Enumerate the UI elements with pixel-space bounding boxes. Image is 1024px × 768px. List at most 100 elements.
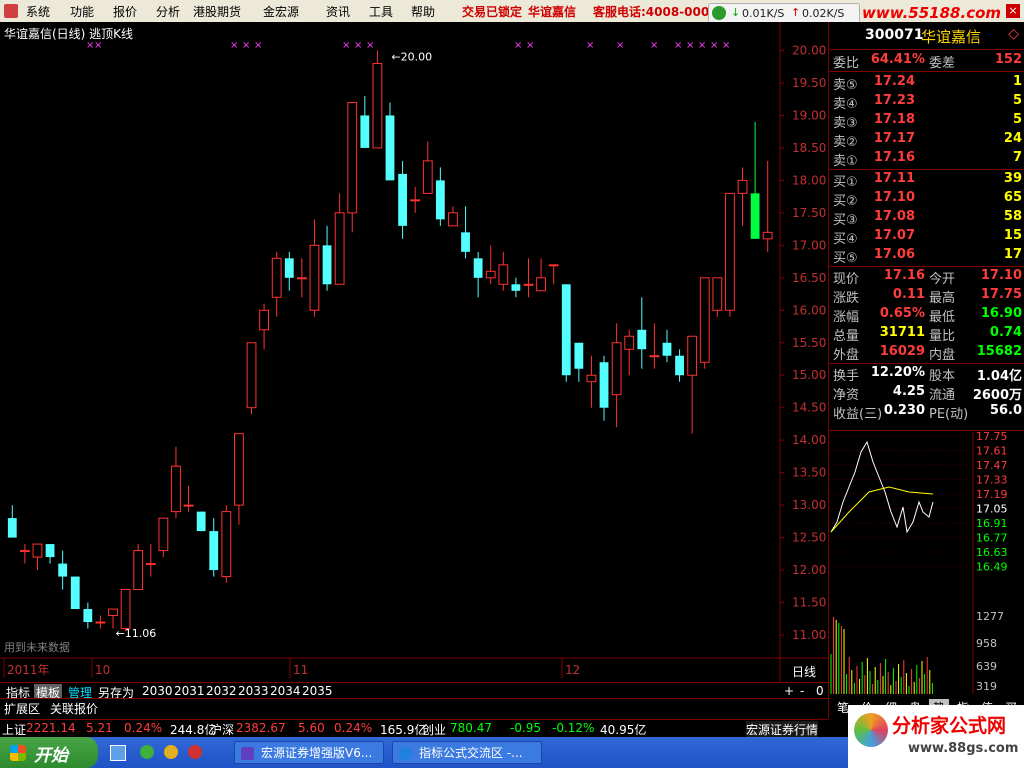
candle-body: [637, 329, 647, 350]
menu-item[interactable]: 系统: [26, 3, 50, 20]
task-label: 宏源证券增强版V6...: [261, 746, 373, 760]
zoom-out-button[interactable]: -: [800, 684, 804, 698]
start-button[interactable]: 开始: [0, 737, 98, 768]
menu-item[interactable]: 分析: [156, 3, 180, 20]
menu-item[interactable]: 功能: [70, 3, 94, 20]
bid-price: 17.08: [873, 209, 915, 224]
y-tick-label: 16.00: [792, 303, 826, 317]
date-label: 10: [95, 663, 110, 677]
close-icon[interactable]: ×: [1006, 4, 1020, 18]
row-value: 0.230: [883, 403, 925, 418]
signal-marker: ×: [586, 40, 594, 51]
indicator-tab[interactable]: 2031: [172, 684, 207, 698]
fund-row: 收益(三) 0.230 PE(动) 56.0: [829, 403, 1024, 422]
y-tick-label: 15.00: [792, 368, 826, 382]
row-value-2: 1.04亿: [976, 369, 1022, 384]
y-tick-label: 14.00: [792, 433, 826, 447]
candle-body: [95, 621, 106, 624]
indicator-tab[interactable]: 2030: [140, 684, 175, 698]
app-menu-icon[interactable]: [4, 4, 18, 18]
task-stock-app[interactable]: 宏源证券增强版V6...: [234, 741, 384, 764]
weibi-row: 委比 64.41% 委差 152: [829, 52, 1024, 71]
ask-price: 17.17: [873, 131, 915, 146]
signal-marker: ×: [710, 40, 718, 51]
download-speed: 0.01K/S: [742, 7, 785, 20]
signal-marker: ×: [230, 40, 238, 51]
indicator-tab[interactable]: 2033: [236, 684, 271, 698]
ask-volume: 5: [1012, 93, 1022, 108]
indicator-tab[interactable]: 2032: [204, 684, 239, 698]
divider: [829, 169, 1024, 170]
up-arrow-icon: ↑: [791, 6, 801, 19]
period-label[interactable]: 日线: [792, 665, 816, 679]
y-tick-label: 18.00: [792, 173, 826, 187]
app-icon[interactable]: [164, 745, 178, 759]
bid-label: 买④: [833, 232, 858, 247]
app2-icon[interactable]: [188, 745, 202, 759]
ask-level-row[interactable]: 卖④ 17.23 5: [829, 93, 1024, 112]
future-data-note: 用到未来数据: [4, 640, 70, 654]
row-value-2: 2600万: [972, 388, 1022, 403]
ask-level-row[interactable]: 卖③ 17.18 5: [829, 112, 1024, 131]
indicator-tab[interactable]: 2034: [268, 684, 303, 698]
windows-logo-icon: [10, 745, 26, 761]
bid-level-row[interactable]: 买③ 17.08 58: [829, 209, 1024, 228]
menu-item[interactable]: 工具: [369, 3, 393, 20]
task-browser[interactable]: 指标公式交流区 -...: [392, 741, 542, 764]
candle-body: [699, 277, 710, 363]
stock-name: 华谊嘉信: [921, 28, 982, 46]
ask-level-row[interactable]: 卖① 17.16 7: [829, 150, 1024, 169]
ask-price: 17.16: [873, 150, 915, 165]
task-label: 指标公式交流区 -...: [419, 746, 523, 760]
row-label-2: 今开: [929, 272, 956, 287]
bid-level-row[interactable]: 买② 17.10 65: [829, 190, 1024, 209]
menu-item[interactable]: 资讯: [326, 3, 350, 20]
zoom-in-button[interactable]: +: [784, 684, 794, 698]
network-icon: [712, 6, 726, 20]
candle-body: [561, 284, 571, 376]
signal-marker: ×: [650, 40, 658, 51]
stat-row: 外盘 16029 内盘 15682: [829, 344, 1024, 363]
bid-level-row[interactable]: 买⑤ 17.06 17: [829, 247, 1024, 266]
cy-index-amount: 40.95亿: [600, 723, 647, 737]
ask-volume: 24: [1003, 131, 1022, 146]
menu-item[interactable]: 金宏源: [263, 3, 299, 20]
indicator-tab[interactable]: 2035: [300, 684, 335, 698]
ext-tab-extension[interactable]: 扩展区: [4, 700, 40, 717]
panel-toggle-icon[interactable]: ◇: [1008, 26, 1019, 42]
signal-marker: ×: [366, 40, 374, 51]
candle-body: [334, 212, 345, 285]
show-desktop-icon[interactable]: [110, 745, 126, 761]
y-tick-label: 14.50: [792, 401, 826, 415]
row-label-2: 量比: [929, 329, 956, 344]
intraday-mini-chart[interactable]: 17.75 17.6117.47 17.3317.19 17.0516.91 16.77…: [829, 432, 1024, 712]
row-value-2: 0.74: [989, 325, 1022, 340]
menu-item[interactable]: 报价: [113, 3, 137, 20]
kline-chart[interactable]: 20.00 19.50 19.00 18.50 18.00 17.50 17.00 16.50…: [0, 22, 828, 682]
bid-level-row[interactable]: 买④ 17.07 15: [829, 228, 1024, 247]
candle-body: [284, 258, 294, 278]
candle-body: [548, 264, 559, 267]
candle-body: [586, 374, 597, 383]
candle-body: [762, 231, 773, 240]
candle-body: [322, 245, 332, 285]
reset-zoom-button[interactable]: 0: [816, 684, 824, 698]
browser-icon[interactable]: [140, 745, 154, 759]
y-tick-label: 17.00: [792, 238, 826, 252]
ask-label: 卖③: [833, 116, 858, 131]
menu-item[interactable]: 港股期货: [193, 3, 241, 20]
bid-level-row[interactable]: 买① 17.11 39: [829, 171, 1024, 190]
candle-body: [422, 160, 433, 194]
divider: [829, 363, 1024, 364]
candle-body: [309, 244, 320, 311]
menu-item[interactable]: 帮助: [411, 3, 435, 20]
ask-level-row[interactable]: 卖② 17.17 24: [829, 131, 1024, 150]
ext-tab-related-quotes[interactable]: 关联报价: [50, 700, 98, 717]
date-label: 2011年: [7, 663, 50, 677]
bid-price: 17.11: [873, 171, 915, 186]
ask-level-row[interactable]: 卖⑤ 17.24 1: [829, 74, 1024, 93]
broker-label[interactable]: 宏源证券行情: [746, 721, 819, 738]
row-value: 31711: [879, 325, 925, 340]
mini-price-tick: 17.19: [976, 488, 1008, 501]
weibi-value: 64.41%: [870, 52, 925, 67]
